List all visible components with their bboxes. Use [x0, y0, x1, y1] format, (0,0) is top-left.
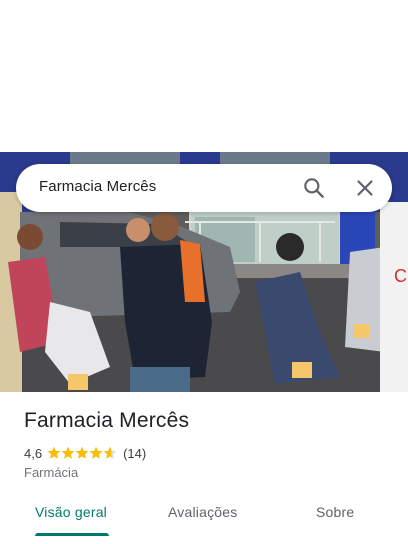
star-icon — [75, 446, 89, 459]
active-tab-indicator — [35, 533, 109, 536]
search-input[interactable]: Farmacia Mercês — [39, 178, 156, 195]
tab-about[interactable]: Sobre — [316, 504, 354, 520]
place-category[interactable]: Farmácia — [24, 465, 78, 480]
tab-reviews[interactable]: Avaliações — [168, 504, 237, 520]
star-icon — [89, 446, 103, 459]
rating-row[interactable]: 4,6 (14) — [24, 444, 146, 462]
tab-overview[interactable]: Visão geral — [35, 504, 107, 520]
rating-value: 4,6 — [24, 445, 43, 461]
star-icon — [61, 446, 75, 459]
place-title: Farmacia Mercês — [24, 409, 190, 432]
place-sheet: C Farmacia Mercês Farmacia Mercês 4,6 (1… — [0, 0, 408, 544]
tab-bar: Visão geral Avaliações Sobre — [0, 490, 408, 544]
svg-text:C: C — [394, 266, 407, 286]
star-rating — [47, 446, 117, 460]
star-icon — [47, 446, 61, 459]
star-icon — [103, 446, 117, 459]
search-icon[interactable] — [301, 175, 327, 201]
review-count[interactable]: (14) — [123, 446, 146, 461]
search-bar[interactable]: Farmacia Mercês — [16, 164, 392, 212]
close-icon[interactable] — [352, 175, 378, 201]
